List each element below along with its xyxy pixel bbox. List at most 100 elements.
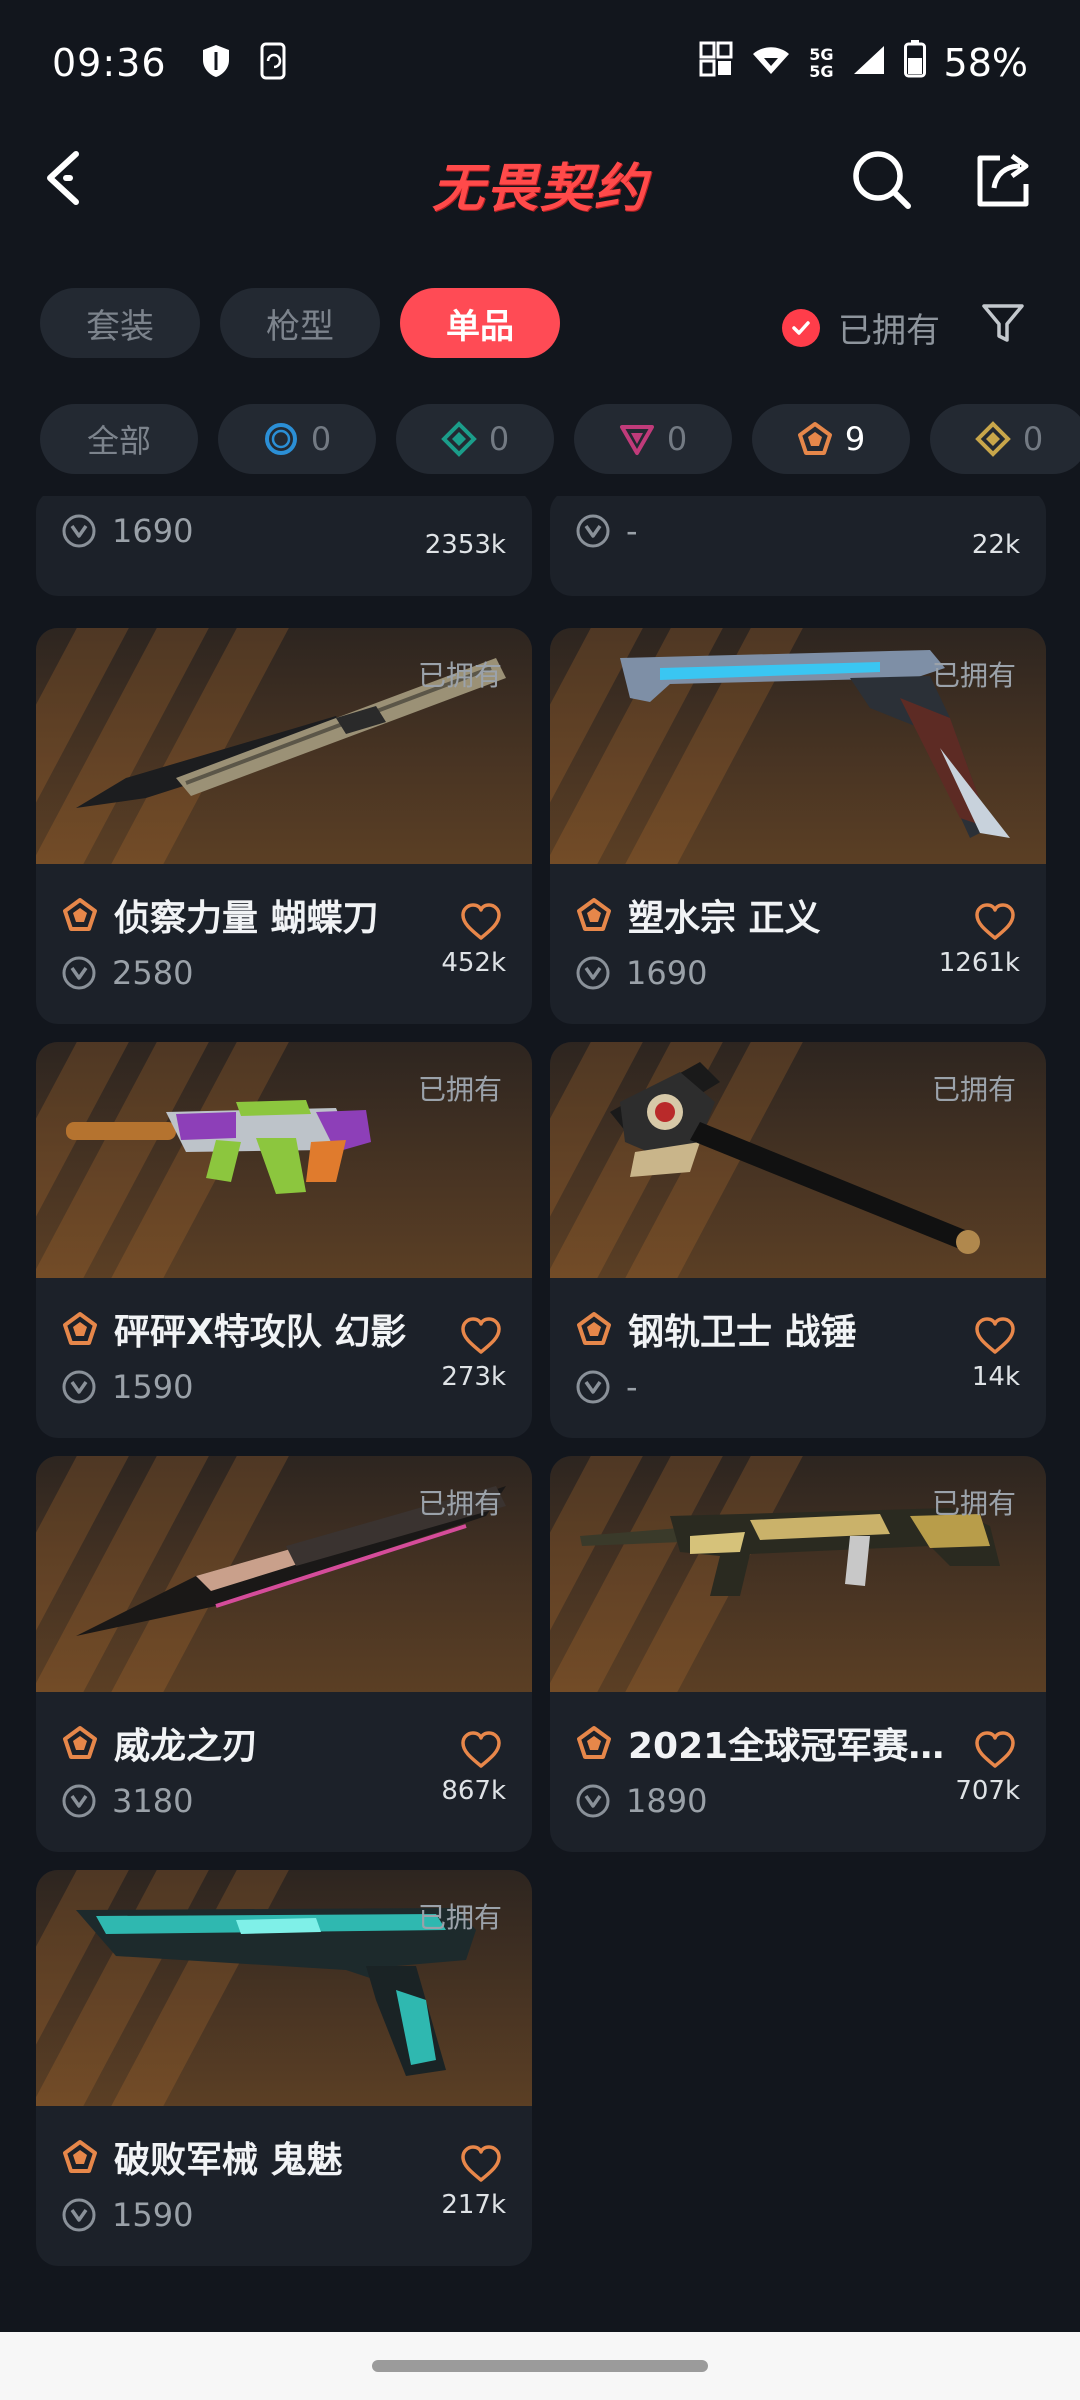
wifi-icon bbox=[751, 41, 791, 85]
exclusive-tier-icon bbox=[63, 898, 97, 931]
status-notification-icons bbox=[201, 42, 289, 84]
vp-currency-icon bbox=[62, 2198, 96, 2232]
heart-icon[interactable] bbox=[974, 1316, 1016, 1356]
tab-single-item[interactable]: 单品 bbox=[400, 288, 560, 358]
chip-ultra[interactable]: 0 bbox=[930, 404, 1080, 474]
shield-icon bbox=[201, 44, 231, 82]
exclusive-tier-icon bbox=[63, 2140, 97, 2173]
vp-currency-icon bbox=[576, 1370, 610, 1404]
chip-all[interactable]: 全部 bbox=[40, 404, 198, 474]
tab-weapon-type[interactable]: 枪型 bbox=[220, 288, 380, 358]
item-card[interactable]: - 22k bbox=[550, 496, 1046, 596]
item-price: 1590 bbox=[112, 1368, 194, 1406]
item-name-row: 2021全球冠军赛... bbox=[576, 1718, 1020, 1768]
price-row: 1890 bbox=[576, 1782, 1020, 1820]
exclusive-tier-icon bbox=[577, 898, 611, 931]
item-like-count: 217k bbox=[441, 2190, 506, 2220]
owned-tag: 已拥有 bbox=[417, 1901, 502, 1934]
item-price: 1690 bbox=[112, 512, 194, 550]
chip-exclusive[interactable]: 9 bbox=[752, 404, 910, 474]
item-name-row: 钢轨卫士 战锤 bbox=[576, 1304, 1020, 1354]
item-info: 塑水宗 正义 1690 1261k bbox=[550, 864, 1046, 1024]
chip-premium[interactable]: 0 bbox=[574, 404, 732, 474]
item-like-count: 1261k bbox=[938, 948, 1020, 978]
status-right-group: 5G 5G 58% bbox=[699, 39, 1028, 87]
item-image: 已拥有 bbox=[36, 1870, 532, 2106]
share-button[interactable] bbox=[972, 148, 1036, 212]
item-like-count: 22k bbox=[971, 530, 1020, 560]
item-name: 砰砰X特攻队 幻影 bbox=[114, 1312, 407, 1353]
heart-icon[interactable] bbox=[974, 902, 1016, 942]
vp-currency-icon bbox=[62, 956, 96, 990]
heart-icon[interactable] bbox=[460, 1730, 502, 1770]
item-name: 破败军械 鬼魅 bbox=[114, 2140, 343, 2181]
heart-icon[interactable] bbox=[460, 2144, 502, 2184]
item-image: 已拥有 bbox=[36, 1042, 532, 1278]
item-image: 已拥有 bbox=[550, 628, 1046, 864]
chip-deluxe[interactable]: 0 bbox=[396, 404, 554, 474]
item-price: 1690 bbox=[626, 954, 708, 992]
item-card[interactable]: 已拥有破败军械 鬼魅 1590 217k bbox=[36, 1870, 532, 2266]
owned-filter-toggle[interactable]: 已拥有 bbox=[782, 303, 940, 352]
item-price: - bbox=[626, 1368, 638, 1406]
battery-icon bbox=[903, 39, 926, 87]
item-card[interactable]: 已拥有塑水宗 正义 1690 1261k bbox=[550, 628, 1046, 1024]
filter-button[interactable] bbox=[980, 300, 1026, 346]
item-name-row: 侦察力量 蝴蝶刀 bbox=[62, 890, 506, 940]
owned-filter-label: 已拥有 bbox=[838, 311, 940, 351]
deluxe-tier-icon bbox=[440, 421, 477, 457]
item-like-count: 2353k bbox=[424, 530, 506, 560]
header: 无畏契约 bbox=[0, 126, 1080, 238]
item-price: 1890 bbox=[626, 1782, 708, 1820]
item-name: 2021全球冠军赛... bbox=[628, 1726, 948, 1767]
chip-count: 0 bbox=[1022, 420, 1044, 458]
owned-tag: 已拥有 bbox=[931, 659, 1016, 692]
item-card[interactable]: 已拥有 侦察力量 蝴蝶刀 2580 452k bbox=[36, 628, 532, 1024]
item-card[interactable]: 已拥有 钢轨卫士 战锤 - 14k bbox=[550, 1042, 1046, 1438]
item-name-row: 塑水宗 正义 bbox=[576, 890, 1020, 940]
exclusive-tier-icon bbox=[797, 422, 832, 455]
vp-currency-icon bbox=[576, 1784, 610, 1818]
status-bar: 09:36 5G 5G 58% bbox=[0, 0, 1080, 126]
owned-tag: 已拥有 bbox=[417, 1073, 502, 1106]
item-card[interactable]: 1690 2353k bbox=[36, 496, 532, 596]
item-name: 威龙之刃 bbox=[114, 1726, 259, 1767]
chip-select[interactable]: 0 bbox=[218, 404, 376, 474]
item-price: 2580 bbox=[112, 954, 194, 992]
search-button[interactable] bbox=[850, 148, 914, 212]
select-tier-icon bbox=[264, 423, 297, 455]
heart-icon[interactable] bbox=[974, 1730, 1016, 1770]
item-like-count: 867k bbox=[441, 1776, 506, 1806]
price-row: 1590 bbox=[62, 1368, 506, 1406]
app-title: 无畏契约 bbox=[431, 159, 648, 219]
chip-count: 0 bbox=[488, 420, 510, 458]
item-card[interactable]: 已拥有砰砰X特攻队 幻影 1590 273k bbox=[36, 1042, 532, 1438]
chip-count: 0 bbox=[666, 420, 688, 458]
item-card[interactable]: 已拥有 2021全球冠军赛... 1890 707k bbox=[550, 1456, 1046, 1852]
home-indicator[interactable] bbox=[372, 2360, 708, 2372]
item-info: 钢轨卫士 战锤 - 14k bbox=[550, 1278, 1046, 1438]
price-row: - bbox=[576, 512, 1020, 550]
item-like-count: 273k bbox=[441, 1362, 506, 1392]
item-card[interactable]: 已拥有威龙之刃 3180 867k bbox=[36, 1456, 532, 1852]
item-info: 砰砰X特攻队 幻影 1590 273k bbox=[36, 1278, 532, 1438]
item-price: 3180 bbox=[112, 1782, 194, 1820]
battery-percentage: 58% bbox=[943, 41, 1028, 85]
item-info: 破败军械 鬼魅 1590 217k bbox=[36, 2106, 532, 2266]
share-icon bbox=[977, 153, 1029, 207]
funnel-icon bbox=[982, 304, 1024, 342]
item-image: 已拥有 bbox=[36, 628, 532, 864]
rarity-filter-chips: 全部 0 0 0 9 0 bbox=[40, 404, 1080, 474]
heart-icon[interactable] bbox=[460, 1316, 502, 1356]
tab-set[interactable]: 套装 bbox=[40, 288, 200, 358]
price-row: - bbox=[576, 1368, 1020, 1406]
check-icon bbox=[782, 308, 820, 347]
system-navigation-bar bbox=[0, 2332, 1080, 2400]
item-name: 塑水宗 正义 bbox=[628, 898, 821, 939]
heart-icon[interactable] bbox=[460, 902, 502, 942]
network-type: 5G 5G bbox=[809, 45, 834, 81]
item-like-count: 707k bbox=[955, 1776, 1020, 1806]
exclusive-tier-icon bbox=[577, 1726, 611, 1759]
search-icon bbox=[853, 151, 911, 209]
item-image: 已拥有 bbox=[36, 1456, 532, 1692]
